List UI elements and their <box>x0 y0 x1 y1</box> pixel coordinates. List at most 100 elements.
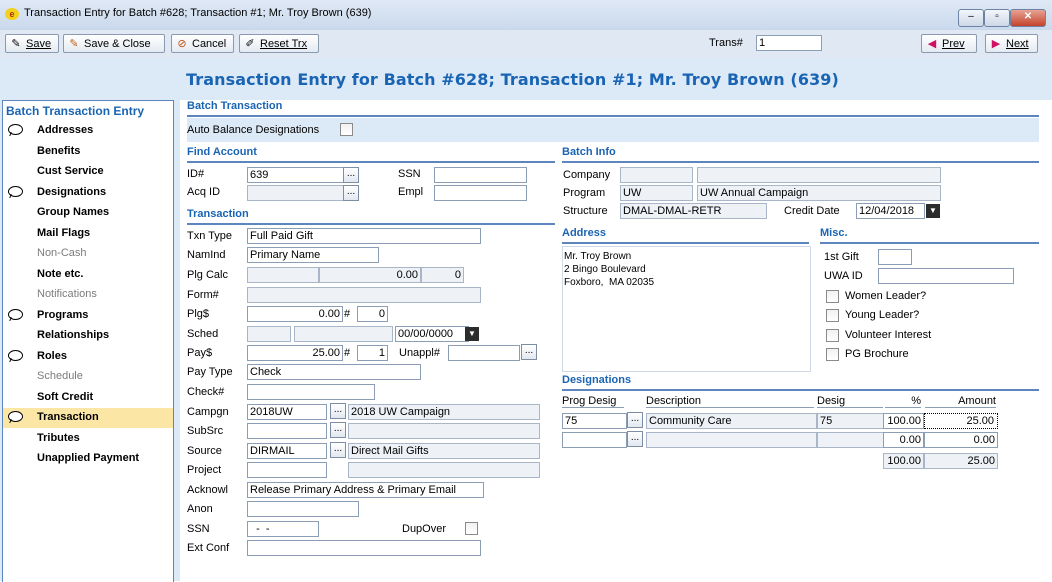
auto-balance-checkbox[interactable] <box>340 123 353 136</box>
desig-row2-desc <box>646 432 817 448</box>
first-gift-input[interactable] <box>878 249 912 265</box>
source-lookup-button[interactable]: ... <box>330 442 346 458</box>
volunteer-interest-checkbox[interactable] <box>826 329 839 342</box>
desig-row2-pct[interactable]: 0.00 <box>883 432 924 448</box>
reset-trx-button[interactable]: ✐ Reset Trx <box>239 34 319 53</box>
id-input[interactable]: 639 <box>247 167 344 183</box>
sidebar-item-designations[interactable]: Designations <box>3 183 173 203</box>
sidebar-item-label: Programs <box>37 308 89 321</box>
acknowl-input[interactable]: Release Primary Address & Primary Email <box>247 482 484 498</box>
id-lookup-button[interactable]: ... <box>343 167 359 183</box>
txn-type-input[interactable]: Full Paid Gift <box>247 228 481 244</box>
pay-count-input[interactable]: 1 <box>357 345 388 361</box>
pay-type-input[interactable]: Check <box>247 364 421 380</box>
plg-calc-count-input[interactable]: 0 <box>421 267 464 283</box>
desig-row2-amount[interactable]: 0.00 <box>924 432 998 448</box>
sched-a-input[interactable] <box>247 326 291 342</box>
desig-row1-prog[interactable]: 75 <box>562 413 627 429</box>
young-leader-checkbox[interactable] <box>826 309 839 322</box>
campgn-input[interactable]: 2018UW <box>247 404 327 420</box>
uwa-id-label: UWA ID <box>824 270 863 282</box>
plg-count-input[interactable]: 0 <box>357 306 388 322</box>
trans-number-input[interactable]: 1 <box>756 35 822 51</box>
pay-amount-input[interactable]: 25.00 <box>247 345 343 361</box>
sidebar-item-mail-flags[interactable]: Mail Flags <box>3 224 173 244</box>
sidebar-item-relationships[interactable]: Relationships <box>3 326 173 346</box>
unappl-input[interactable] <box>448 345 520 361</box>
sidebar-item-notifications[interactable]: Notifications <box>3 285 173 305</box>
sidebar-item-addresses[interactable]: Addresses <box>3 121 173 141</box>
plg-amount-input[interactable]: 0.00 <box>247 306 343 322</box>
section-find-account: Find Account <box>187 146 555 163</box>
ssn-input[interactable] <box>434 167 527 183</box>
sidebar-item-tributes[interactable]: Tributes <box>3 429 173 449</box>
namind-input[interactable]: Primary Name <box>247 247 379 263</box>
sched-b-input[interactable] <box>294 326 393 342</box>
sched-label: Sched <box>187 328 219 340</box>
subsrc-lookup-button[interactable]: ... <box>330 422 346 438</box>
source-label: Source <box>187 445 222 457</box>
save-close-button[interactable]: ✎ Save & Close <box>63 34 165 53</box>
structure-value: DMAL-DMAL-RETR <box>620 203 767 219</box>
namind-label: NamInd <box>187 249 226 261</box>
next-button[interactable]: ▶ Next <box>985 34 1038 53</box>
desig-row2-desig <box>817 432 884 448</box>
women-leader-checkbox[interactable] <box>826 290 839 303</box>
sidebar-item-transaction[interactable]: Transaction <box>3 408 173 428</box>
speech-bubble-icon <box>8 124 23 135</box>
empl-input[interactable] <box>434 185 527 201</box>
sidebar-item-benefits[interactable]: Benefits <box>3 142 173 162</box>
unappl-lookup-button[interactable]: ... <box>521 344 537 360</box>
cancel-icon: ⊘ <box>177 38 187 50</box>
campgn-lookup-button[interactable]: ... <box>330 403 346 419</box>
uwa-id-input[interactable] <box>878 268 1014 284</box>
sched-date-dropdown-icon[interactable]: ▼ <box>465 327 479 341</box>
form-input[interactable] <box>247 287 481 303</box>
sidebar-item-non-cash[interactable]: Non-Cash <box>3 244 173 264</box>
ext-conf-input[interactable] <box>247 540 481 556</box>
sidebar-item-group-names[interactable]: Group Names <box>3 203 173 223</box>
desig-row1-pct[interactable]: 100.00 <box>883 413 924 429</box>
desig-row1-amount[interactable]: 25.00 <box>924 413 998 429</box>
project-input[interactable] <box>247 462 327 478</box>
acq-id-lookup-button[interactable]: ... <box>343 185 359 201</box>
minimize-button[interactable]: – <box>958 9 984 27</box>
sidebar-item-soft-credit[interactable]: Soft Credit <box>3 388 173 408</box>
check-input[interactable] <box>247 384 375 400</box>
desig-row2-lookup-button[interactable]: ... <box>627 431 643 447</box>
sidebar-item-schedule[interactable]: Schedule <box>3 367 173 387</box>
cancel-button[interactable]: ⊘ Cancel <box>171 34 234 53</box>
sched-date-input[interactable]: 00/00/0000 <box>395 326 469 342</box>
maximize-button[interactable]: ▫ <box>984 9 1010 27</box>
desig-row1-lookup-button[interactable]: ... <box>627 412 643 428</box>
sidebar-item-label: Cust Service <box>37 165 104 177</box>
plg-calc-amount-input[interactable]: 0.00 <box>319 267 421 283</box>
acq-id-input[interactable] <box>247 185 344 201</box>
dupover-checkbox[interactable] <box>465 522 478 535</box>
anon-input[interactable] <box>247 501 359 517</box>
plg-calc-a-input[interactable] <box>247 267 319 283</box>
sidebar-item-label: Transaction <box>37 411 99 423</box>
pg-brochure-checkbox[interactable] <box>826 348 839 361</box>
sidebar-item-note-etc[interactable]: Note etc. <box>3 265 173 285</box>
main-content: Batch Transaction Auto Balance Designati… <box>180 100 1052 581</box>
ext-conf-label: Ext Conf <box>187 542 230 554</box>
desig-row2-prog[interactable] <box>562 432 627 448</box>
sidebar-item-roles[interactable]: Roles <box>3 347 173 367</box>
save-button[interactable]: ✎ Save <box>5 34 59 53</box>
subsrc-input[interactable] <box>247 423 327 439</box>
source-input[interactable]: DIRMAIL <box>247 443 327 459</box>
sidebar-item-unapplied-payment[interactable]: Unapplied Payment <box>3 449 173 469</box>
txn-ssn-label: SSN <box>187 523 210 535</box>
credit-date-dropdown-icon[interactable]: ▼ <box>926 204 940 218</box>
prev-button[interactable]: ◀ Prev <box>921 34 977 53</box>
acq-id-label: Acq ID <box>187 186 221 198</box>
first-gift-label: 1st Gift <box>824 251 859 263</box>
close-button[interactable]: ✕ <box>1010 9 1046 27</box>
credit-date-input[interactable]: 12/04/2018 <box>856 203 925 219</box>
sidebar-item-programs[interactable]: Programs <box>3 306 173 326</box>
txn-ssn-input[interactable]: - - <box>247 521 319 537</box>
sidebar-item-label: Benefits <box>37 144 81 157</box>
pay-label: Pay$ <box>187 347 213 359</box>
sidebar-item-cust-service[interactable]: Cust Service <box>3 162 173 182</box>
